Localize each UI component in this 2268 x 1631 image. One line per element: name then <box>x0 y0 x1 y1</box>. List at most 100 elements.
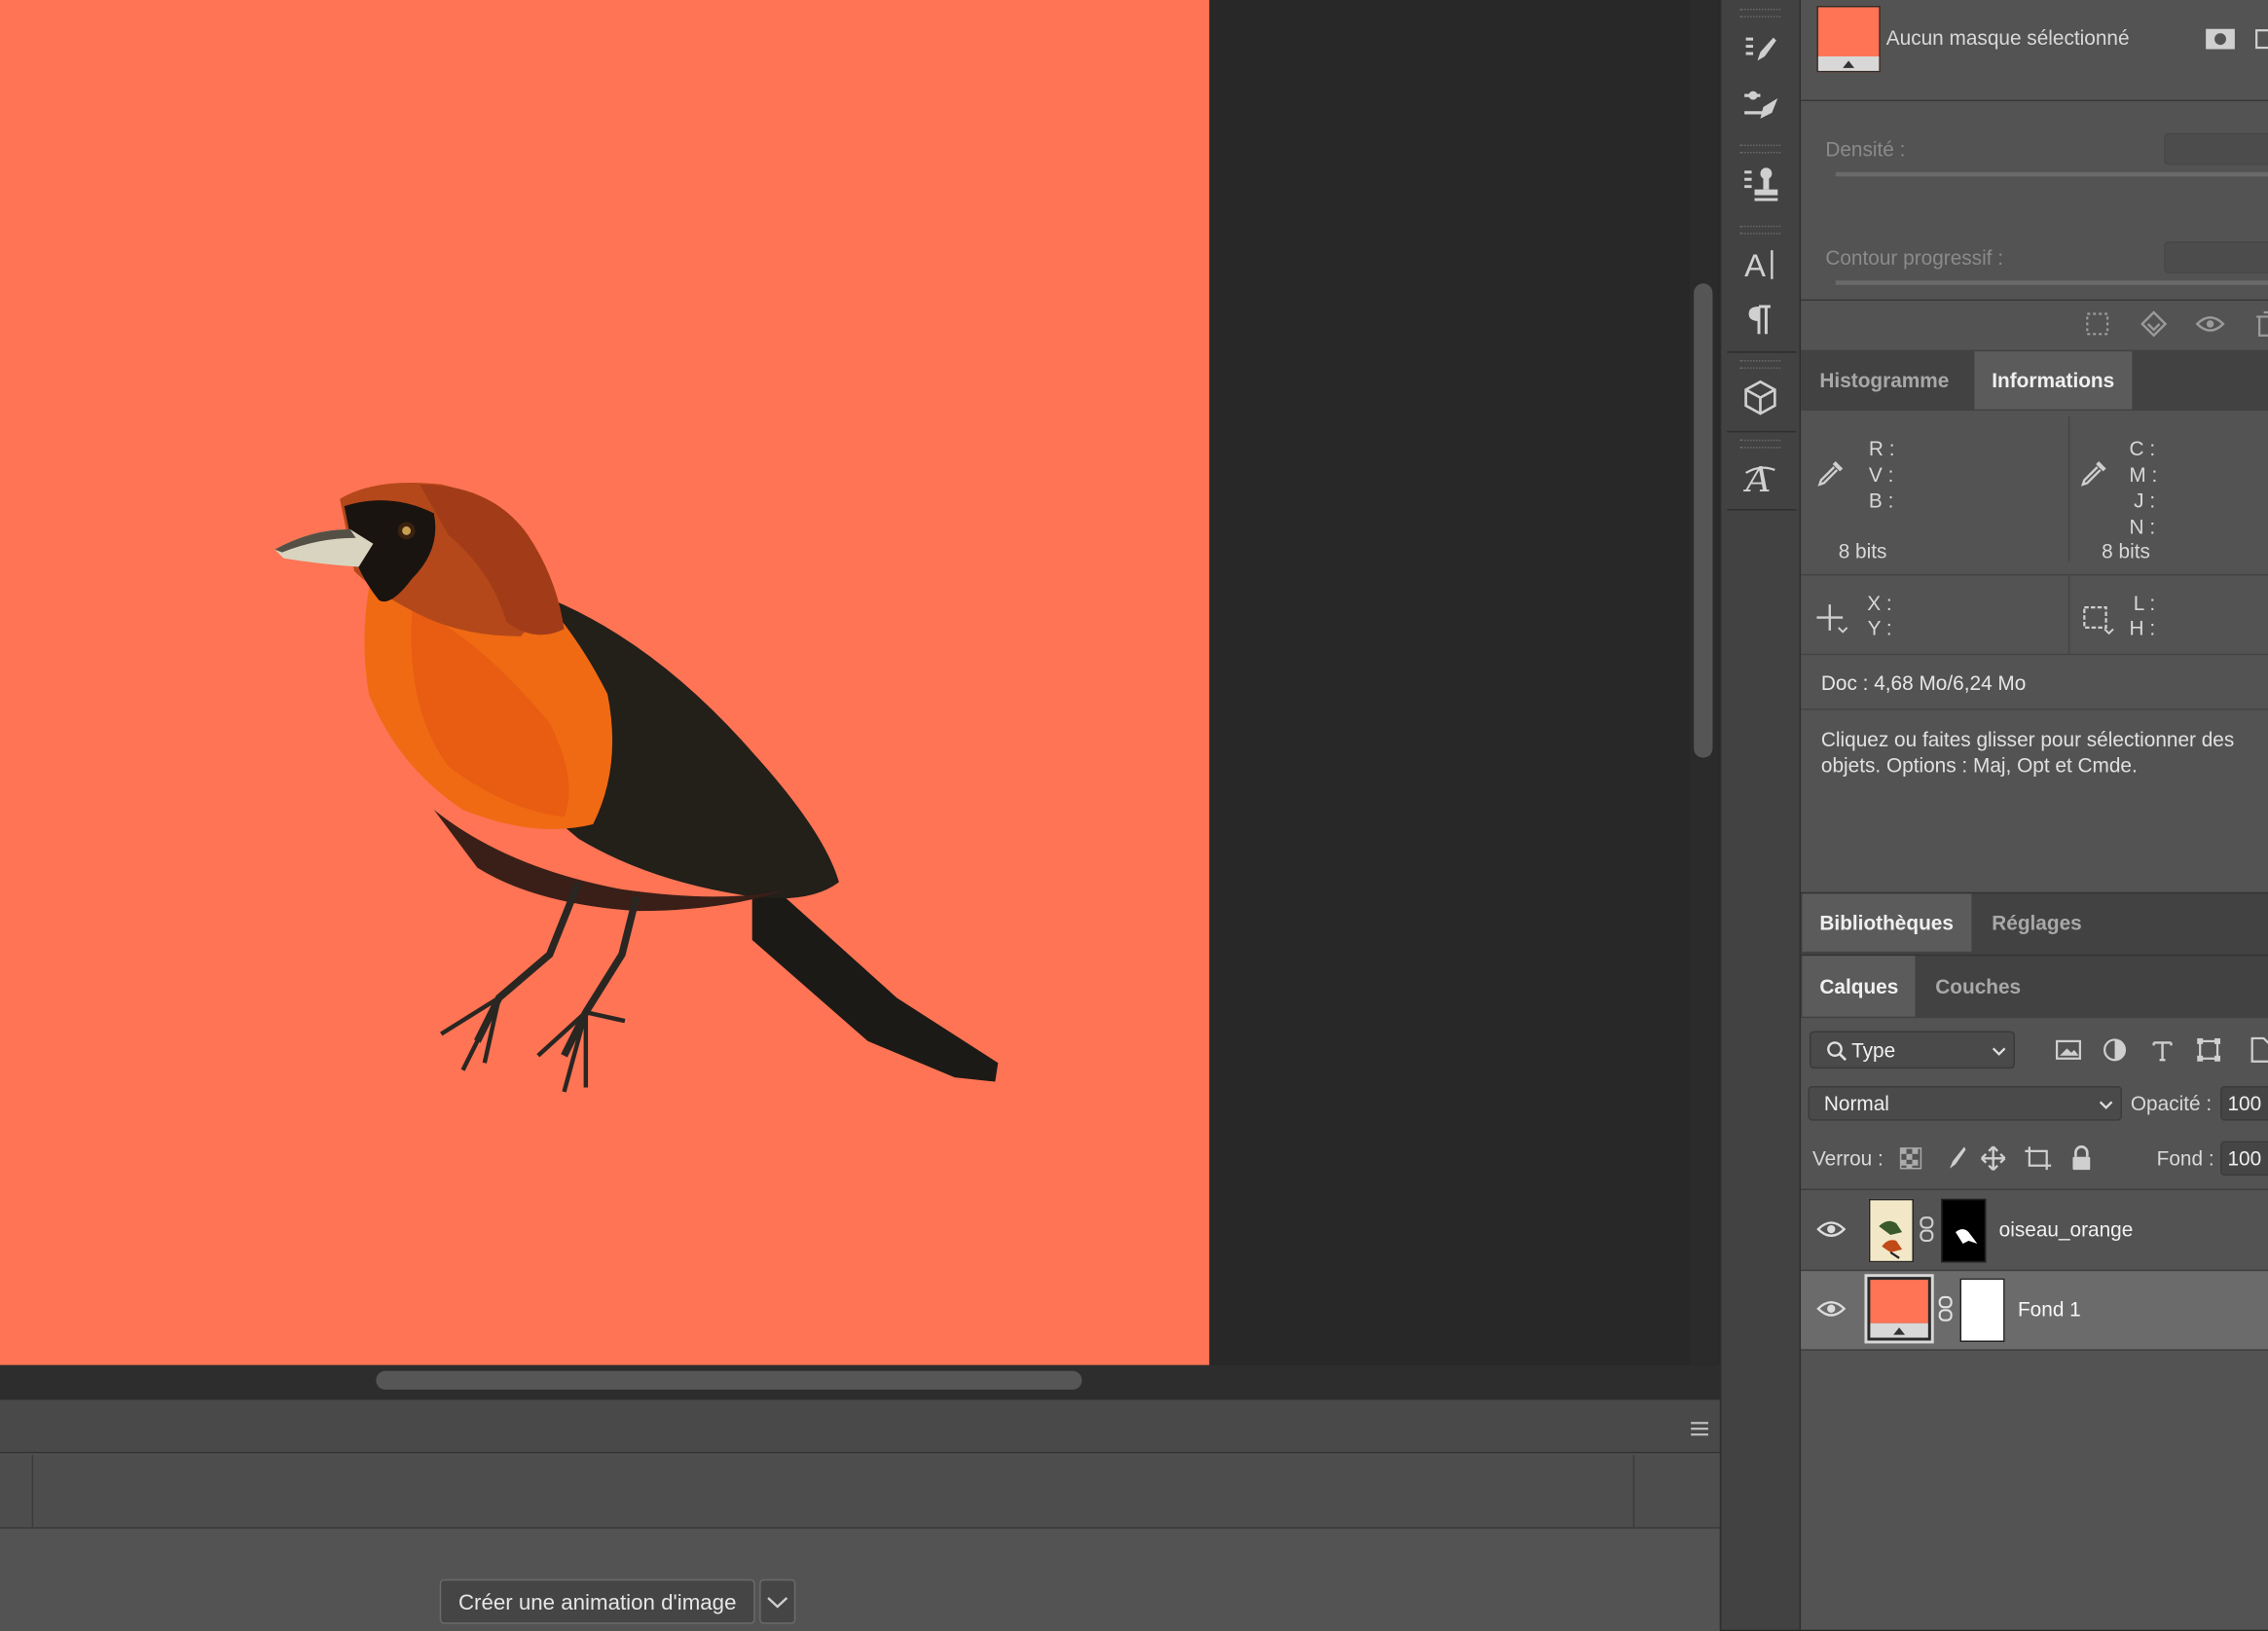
bits-right: 8 bits <box>2102 539 2150 563</box>
divider <box>2067 575 2070 654</box>
blend-mode-select[interactable]: Normal <box>1808 1085 2122 1121</box>
info-hint: Cliquez ou faites glisser pour sélection… <box>1821 726 2234 778</box>
tab-libraries[interactable]: Bibliothèques <box>1802 893 1971 952</box>
vector-mask-icon[interactable] <box>2252 26 2268 53</box>
document-canvas[interactable] <box>0 0 1210 1365</box>
apply-mask-icon[interactable] <box>2140 309 2169 339</box>
divider <box>1632 1454 1635 1528</box>
hint-line: objets. Options : Maj, Opt et Cmde. <box>1820 753 2138 777</box>
type-filter-icon[interactable] <box>2148 1035 2177 1065</box>
label-l: L : <box>2133 591 2156 615</box>
link-icon[interactable] <box>1937 1294 1955 1323</box>
layer-name[interactable]: Fond 1 <box>2018 1297 2081 1321</box>
lock-pixels-icon[interactable] <box>1940 1143 1969 1173</box>
drag-grip[interactable] <box>1739 439 1781 449</box>
feather-slider[interactable] <box>1835 280 2268 285</box>
menu-icon[interactable] <box>1688 1419 1711 1436</box>
divider <box>1801 573 2268 576</box>
chevron-down-icon <box>1992 1047 2006 1056</box>
blend-mode-value: Normal <box>1823 1091 1889 1115</box>
create-frame-animation-button[interactable]: Créer une animation d'image <box>439 1578 755 1624</box>
divider <box>1801 99 2268 102</box>
drag-grip[interactable] <box>1739 225 1781 235</box>
visibility-eye-icon[interactable] <box>1816 1294 1847 1323</box>
label-m: M : <box>2129 462 2158 487</box>
crosshair-icon <box>1813 601 1848 636</box>
eyedropper-icon <box>2078 457 2110 489</box>
selection-size-icon <box>2080 601 2115 636</box>
density-slider[interactable] <box>1835 171 2268 177</box>
adjustment-filter-icon[interactable] <box>2101 1035 2130 1065</box>
lock-position-icon[interactable] <box>1979 1143 2008 1173</box>
smart-object-filter-icon[interactable] <box>2244 1035 2268 1065</box>
paragraph-icon[interactable] <box>1735 295 1786 344</box>
layer-mask-thumbnail[interactable] <box>1941 1198 1987 1263</box>
chevron-down-icon <box>2099 1101 2113 1109</box>
glyphs-icon[interactable]: A <box>1735 453 1786 502</box>
divider <box>31 1454 34 1528</box>
svg-text:A: A <box>1744 247 1766 283</box>
visibility-eye-icon[interactable] <box>1816 1214 1847 1244</box>
cmyk-labels: C : M : J : N : <box>2129 435 2158 539</box>
layer-mask-thumbnail[interactable] <box>1959 1278 2005 1343</box>
xy-labels: X : Y : <box>1863 592 1892 641</box>
bits-left: 8 bits <box>1838 539 1887 563</box>
3d-cube-icon[interactable] <box>1735 373 1786 422</box>
load-selection-icon[interactable] <box>2083 309 2112 339</box>
image-filter-icon[interactable] <box>2054 1035 2083 1065</box>
lock-transparency-icon[interactable] <box>1896 1143 1925 1173</box>
tab-adjustments[interactable]: Réglages <box>1974 893 2099 951</box>
opacity-input[interactable]: 100 <box>2220 1085 2268 1121</box>
divider <box>2067 416 2070 562</box>
divider <box>1801 708 2268 710</box>
brush-presets-icon[interactable] <box>1735 26 1786 76</box>
tab-info[interactable]: Informations <box>1974 351 2133 410</box>
tab-channels[interactable]: Couches <box>1918 956 2038 1016</box>
divider <box>1801 299 2268 302</box>
layer-filter-value: Type <box>1851 1037 1896 1062</box>
layer-thumbnail <box>1868 1198 1914 1263</box>
label-n: N : <box>2129 515 2156 538</box>
link-icon[interactable] <box>1918 1214 1935 1244</box>
fill-input[interactable]: 100 <box>2220 1141 2268 1177</box>
trash-icon[interactable] <box>2250 309 2268 339</box>
label-v: V : <box>1868 462 1894 487</box>
vertical-scroll-thumb[interactable] <box>1694 283 1713 758</box>
density-input[interactable] <box>2164 132 2268 165</box>
tab-layers[interactable]: Calques <box>1802 956 1917 1017</box>
search-icon <box>1827 1041 1847 1062</box>
hint-line: Cliquez ou faites glisser pour sélection… <box>1820 727 2235 751</box>
mask-status-label: Aucun masque sélectionné <box>1885 25 2130 50</box>
drag-grip[interactable] <box>1739 360 1781 369</box>
clone-source-icon[interactable] <box>1735 159 1786 208</box>
svg-text:A: A <box>1743 460 1772 498</box>
fill-label: Fond : <box>2156 1146 2214 1171</box>
pixel-mask-icon[interactable] <box>2205 26 2237 53</box>
eyedropper-icon <box>1815 457 1847 489</box>
lock-all-icon[interactable] <box>2067 1143 2096 1173</box>
label-y: Y : <box>1867 616 1892 639</box>
divider <box>1801 653 2268 656</box>
brush-settings-icon[interactable] <box>1735 81 1786 130</box>
layer-thumbnail <box>1864 1274 1934 1344</box>
drag-grip[interactable] <box>1739 144 1781 154</box>
layer-name[interactable]: oiseau_orange <box>1999 1217 2134 1241</box>
mask-thumbnail <box>1816 5 1881 73</box>
tab-histogram[interactable]: Histogramme <box>1803 351 1967 409</box>
lh-labels: L : H : <box>2126 591 2156 641</box>
label-r: R : <box>1868 436 1895 460</box>
lock-artboard-icon[interactable] <box>2024 1143 2053 1173</box>
rgb-labels: R : V : B : <box>1868 435 1895 513</box>
lock-label: Verrou : <box>1811 1146 1884 1171</box>
animation-type-dropdown[interactable] <box>759 1578 796 1624</box>
label-c: C : <box>2129 436 2156 460</box>
character-icon[interactable]: A <box>1735 238 1786 288</box>
shape-filter-icon[interactable] <box>2194 1035 2223 1065</box>
feather-input[interactable] <box>2164 241 2268 273</box>
drag-grip[interactable] <box>1739 8 1781 18</box>
layer-filter-select[interactable]: Type <box>1809 1031 2015 1069</box>
horizontal-scroll-thumb[interactable] <box>376 1370 1082 1391</box>
label-j: J : <box>2134 489 2156 513</box>
eye-icon[interactable] <box>2195 309 2225 339</box>
bird-image <box>274 482 999 1093</box>
